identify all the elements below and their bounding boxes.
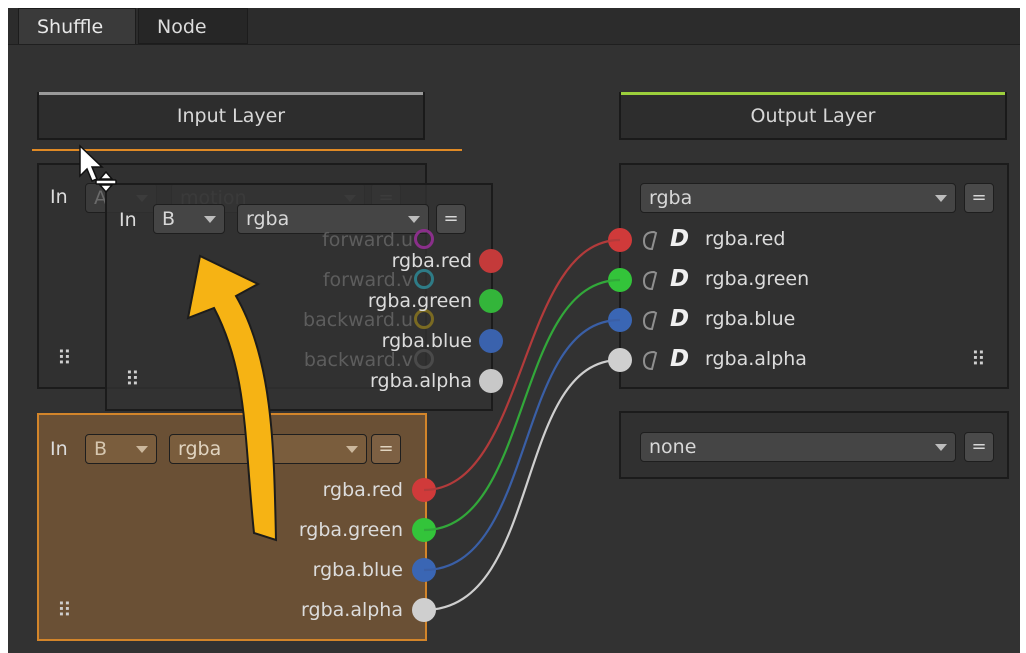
wire-blue xyxy=(423,318,621,572)
wire-alpha xyxy=(423,358,621,612)
connection-wires xyxy=(79,144,621,612)
shuffle-node-panel: Shuffle Node Input Layer Output Layer In… xyxy=(8,8,1020,653)
cursor-arrow-icon xyxy=(79,144,104,182)
curved-arrow-icon xyxy=(186,254,278,542)
wire-green xyxy=(423,278,621,532)
resize-vertical-icon xyxy=(95,170,117,194)
